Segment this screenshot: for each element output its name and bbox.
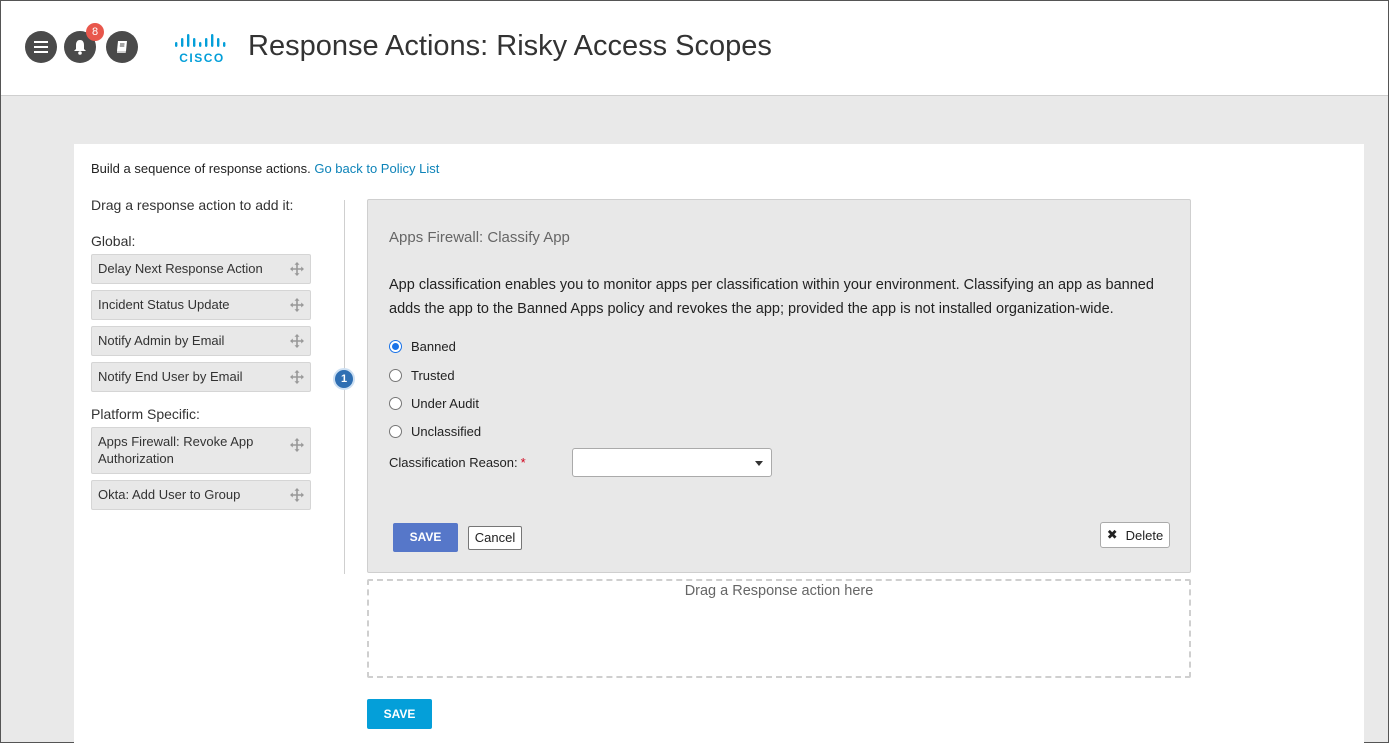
- docs-button[interactable]: [106, 31, 138, 63]
- platform-group-title: Platform Specific:: [91, 406, 200, 422]
- close-icon: ✖: [1106, 527, 1118, 542]
- action-item-notify-end-user-by-email[interactable]: Notify End User by Email: [91, 362, 311, 392]
- global-group-title: Global:: [91, 233, 136, 249]
- cisco-bridge-icon: [175, 34, 226, 47]
- action-item-label: Incident Status Update: [98, 297, 230, 312]
- action-item-delay-next-response-action[interactable]: Delay Next Response Action: [91, 254, 311, 284]
- action-item-incident-status-update[interactable]: Incident Status Update: [91, 290, 311, 320]
- action-item-label: Notify Admin by Email: [98, 333, 225, 348]
- book-icon: [117, 41, 127, 53]
- radio-option-banned[interactable]: Banned: [389, 339, 456, 354]
- move-icon: [290, 438, 304, 452]
- logo-text: CISCO: [179, 51, 225, 65]
- caret-down-icon: [755, 461, 763, 466]
- drag-hint: Drag a response action to add it:: [91, 197, 294, 213]
- menu-button[interactable]: [25, 31, 57, 63]
- delete-label: Delete: [1125, 527, 1164, 543]
- radio-button[interactable]: [389, 425, 402, 438]
- required-marker: *: [520, 455, 526, 470]
- card-delete-button[interactable]: ✖ Delete: [1100, 522, 1170, 548]
- radio-label: Trusted: [411, 368, 455, 383]
- radio-label: Unclassified: [411, 424, 482, 439]
- action-item-okta-add-user-to-group[interactable]: Okta: Add User to Group: [91, 480, 311, 510]
- classification-reason-label: Classification Reason: *: [389, 455, 526, 470]
- radio-option-trusted[interactable]: Trusted: [389, 368, 455, 383]
- notification-count-badge: 8: [86, 23, 104, 41]
- dropzone-text: Drag a Response action here: [684, 583, 874, 599]
- action-item-label: Delay Next Response Action: [98, 261, 263, 276]
- action-item-label: Okta: Add User to Group: [98, 487, 241, 502]
- radio-button[interactable]: [389, 369, 402, 382]
- classification-reason-label-text: Classification Reason:: [389, 455, 518, 470]
- policy-save-button[interactable]: SAVE: [367, 699, 432, 729]
- action-item-label: Notify End User by Email: [98, 369, 243, 384]
- radio-label: Banned: [411, 339, 456, 354]
- policy-builder-panel: Build a sequence of response actions. Go…: [74, 144, 1364, 743]
- intro-line: Build a sequence of response actions. Go…: [91, 161, 439, 176]
- step-number-badge: 1: [333, 368, 355, 390]
- card-description: App classification enables you to monito…: [389, 277, 1154, 317]
- card-title: Apps Firewall: Classify App: [389, 229, 570, 246]
- radio-option-under-audit[interactable]: Under Audit: [389, 396, 479, 411]
- bell-icon: [74, 40, 86, 55]
- radio-button-checked[interactable]: [389, 340, 402, 353]
- move-icon: [290, 488, 304, 502]
- move-icon: [290, 262, 304, 276]
- radio-button[interactable]: [389, 397, 402, 410]
- action-item-label: Apps Firewall: Revoke App Authorization: [98, 434, 254, 466]
- radio-label: Under Audit: [411, 396, 479, 411]
- card-cancel-button[interactable]: Cancel: [468, 526, 522, 550]
- back-to-policy-list-link[interactable]: Go back to Policy List: [314, 161, 439, 176]
- action-item-notify-admin-by-email[interactable]: Notify Admin by Email: [91, 326, 311, 356]
- move-icon: [290, 334, 304, 348]
- page-title: Response Actions: Risky Access Scopes: [248, 30, 772, 62]
- classification-reason-select[interactable]: [572, 448, 772, 477]
- action-item-apps-firewall-revoke-app-authorization[interactable]: Apps Firewall: Revoke App Authorization: [91, 427, 311, 474]
- card-save-button[interactable]: SAVE: [393, 523, 458, 552]
- move-icon: [290, 370, 304, 384]
- response-action-card: Apps Firewall: Classify App App classifi…: [367, 199, 1191, 573]
- intro-text: Build a sequence of response actions.: [91, 161, 311, 176]
- radio-option-unclassified[interactable]: Unclassified: [389, 424, 481, 439]
- hamburger-menu-icon: [34, 41, 48, 53]
- cisco-logo: CISCO: [174, 34, 230, 65]
- response-action-dropzone[interactable]: Drag a Response action here: [367, 579, 1191, 678]
- notifications-button[interactable]: 8: [64, 23, 104, 63]
- response-action-palette: Drag a response action to add it: Global…: [91, 197, 316, 516]
- app-header: 8 CISCO Response Actions: Risky Access S…: [1, 1, 1388, 96]
- move-icon: [290, 298, 304, 312]
